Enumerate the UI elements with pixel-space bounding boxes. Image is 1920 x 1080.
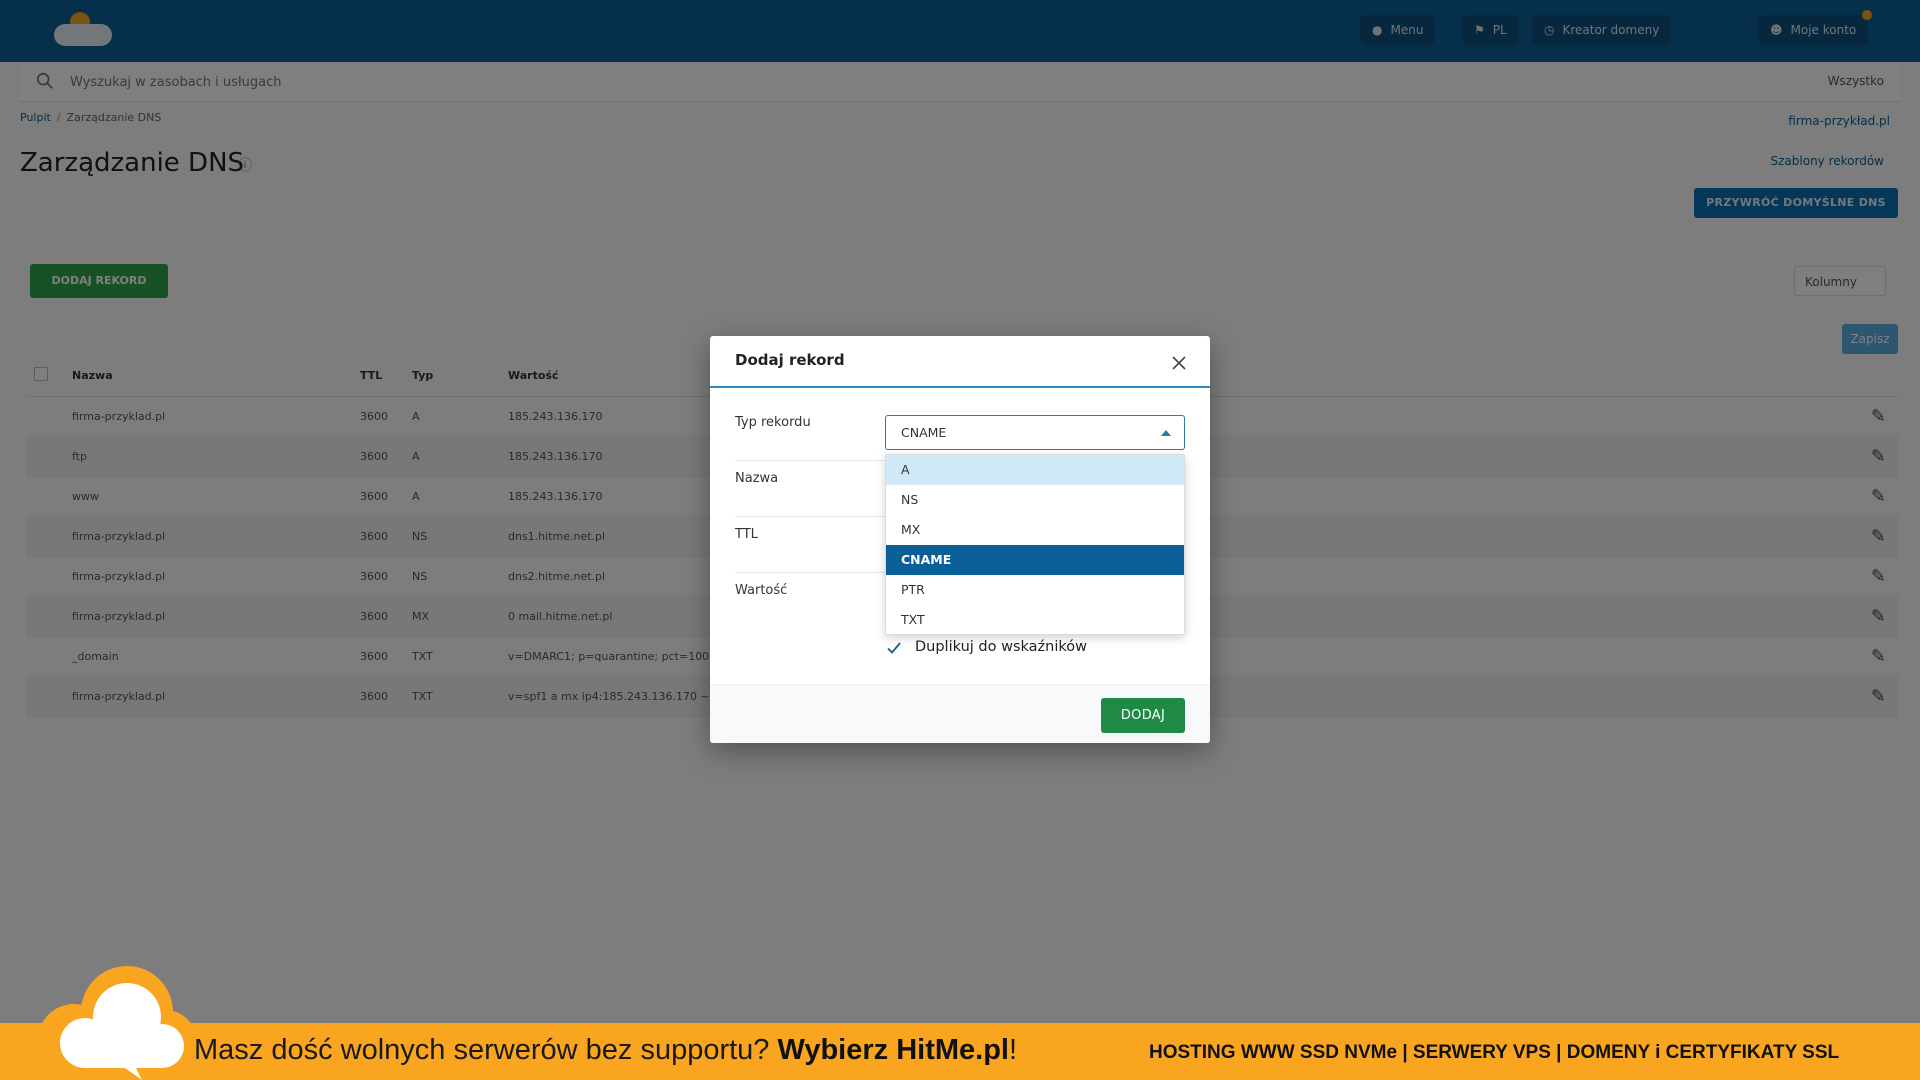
dialog-title: Dodaj rekord [735, 351, 845, 369]
option-cname[interactable]: CNAME [886, 545, 1184, 575]
checkmark-icon [887, 642, 901, 654]
option-mx[interactable]: MX [886, 515, 1184, 545]
option-a[interactable]: A [886, 455, 1184, 485]
record-type-selected-value: CNAME [901, 425, 947, 440]
duplicate-to-pointers-label: Duplikuj do wskaźników [915, 639, 1087, 655]
banner-services: HOSTING WWW SSD NVMe | SERWERY VPS | DOM… [1149, 1042, 1840, 1063]
row-divider [735, 516, 885, 517]
add-submit-button[interactable]: DODAJ [1101, 698, 1185, 733]
chevron-up-icon [1161, 430, 1171, 436]
record-value-label: Wartość [735, 583, 788, 598]
option-ptr[interactable]: PTR [886, 575, 1184, 605]
record-type-label: Typ rekordu [735, 415, 811, 430]
row-divider [735, 460, 885, 461]
option-ns[interactable]: NS [886, 485, 1184, 515]
add-record-dialog: Dodaj rekord Typ rekordu Nazwa TTL Warto… [710, 336, 1210, 743]
banner-slogan: Masz dość wolnych serwerów bez supportu?… [194, 1034, 1018, 1066]
close-icon [1172, 356, 1186, 370]
record-ttl-label: TTL [735, 527, 758, 542]
option-txt[interactable]: TXT [886, 605, 1184, 635]
record-type-dropdown: A NS MX CNAME PTR TXT [885, 454, 1185, 635]
row-divider [735, 572, 885, 573]
dialog-footer: DODAJ [710, 684, 1210, 743]
record-name-label: Nazwa [735, 471, 779, 486]
cloud-logo-icon [38, 966, 197, 1080]
dialog-header: Dodaj rekord [710, 336, 1210, 388]
close-dialog-button[interactable] [1168, 352, 1190, 374]
banner-brand: Wybierz HitMe.pl [777, 1034, 1009, 1066]
record-type-select[interactable]: CNAME [885, 415, 1185, 450]
